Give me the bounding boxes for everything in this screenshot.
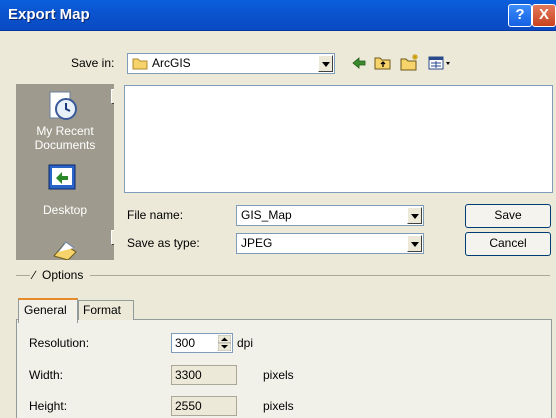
places-scroll-up-button[interactable] (111, 89, 114, 104)
chevron-down-icon[interactable] (318, 55, 333, 72)
view-menu-icon[interactable] (428, 56, 452, 70)
width-field: 3300 (171, 365, 237, 385)
tab-general[interactable]: General (18, 298, 78, 323)
width-label: Width: (29, 368, 64, 382)
recent-documents-label[interactable]: My Recent Documents (16, 124, 114, 152)
desktop-label[interactable]: Desktop (16, 203, 114, 217)
chevron-up-icon (112, 90, 114, 103)
resolution-input[interactable]: 300 (171, 333, 233, 353)
tab-format[interactable]: Format (78, 300, 134, 320)
save-as-type-value: JPEG (241, 236, 273, 250)
resolution-label: Resolution: (29, 336, 90, 350)
my-documents-icon[interactable] (50, 234, 80, 260)
places-bar: My Recent Documents Desktop (16, 84, 114, 260)
height-field: 2550 (171, 396, 237, 416)
cancel-button[interactable]: Cancel (465, 232, 551, 256)
chevron-down-icon (112, 231, 114, 244)
save-as-type-label: Save as type: (127, 236, 200, 250)
resolution-value[interactable]: 300 (175, 336, 195, 350)
divider-left (16, 275, 30, 276)
save-as-type-combo[interactable]: JPEG (236, 233, 424, 254)
chevron-down-icon[interactable] (407, 235, 422, 252)
divider-right (90, 275, 550, 276)
spin-arrows-icon (217, 334, 232, 352)
close-button[interactable]: X (532, 4, 556, 27)
up-folder-icon[interactable] (374, 55, 392, 71)
width-unit: pixels (263, 368, 294, 382)
recent-documents-icon[interactable] (46, 88, 80, 122)
file-list[interactable] (124, 85, 553, 193)
tab-general-label: General (24, 303, 67, 317)
title-bar[interactable]: Export Map ? X (0, 0, 556, 31)
back-icon[interactable] (351, 56, 367, 70)
resolution-spinner[interactable] (217, 334, 232, 352)
height-unit: pixels (263, 399, 294, 413)
file-name-value[interactable]: GIS_Map (241, 208, 292, 222)
save-button[interactable]: Save (465, 204, 551, 228)
file-name-label: File name: (127, 208, 184, 222)
options-label[interactable]: Options (42, 268, 83, 282)
file-name-combo[interactable]: GIS_Map (236, 205, 424, 226)
save-in-value: ArcGIS (152, 56, 191, 70)
save-in-label: Save in: (71, 56, 115, 70)
resolution-unit: dpi (237, 336, 254, 350)
desktop-icon[interactable] (46, 162, 80, 192)
new-folder-icon[interactable] (400, 53, 420, 71)
tab-format-label: Format (83, 303, 122, 317)
height-label: Height: (29, 399, 68, 413)
window-title: Export Map (8, 6, 90, 23)
folder-icon (132, 58, 148, 70)
width-value: 3300 (175, 368, 202, 382)
help-button[interactable]: ? (508, 4, 532, 27)
height-value: 2550 (175, 399, 202, 413)
options-toggle-icon[interactable]: ∕ (33, 268, 35, 282)
save-in-combo[interactable]: ArcGIS (127, 53, 335, 74)
places-scroll-down-button[interactable] (111, 230, 114, 245)
chevron-down-icon[interactable] (407, 207, 422, 224)
